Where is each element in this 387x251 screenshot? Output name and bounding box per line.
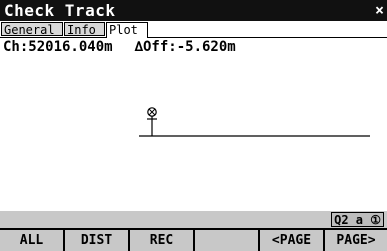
- offset-value: ∆Off:-5.620m: [134, 39, 236, 55]
- tab-general[interactable]: General: [1, 22, 63, 37]
- track-plot: [139, 107, 370, 137]
- fkey-dist-button[interactable]: DIST: [65, 230, 128, 251]
- tab-bar: General Info Plot: [0, 21, 387, 38]
- fkey-blank-button[interactable]: [195, 230, 258, 251]
- fkey-next-page-button[interactable]: PAGE>: [325, 230, 387, 251]
- chainage-value: Ch:52016.040m: [3, 39, 113, 55]
- close-icon[interactable]: ×: [375, 1, 384, 19]
- fkey-all-button[interactable]: ALL: [0, 230, 63, 251]
- title-bar: Check Track ×: [0, 0, 387, 21]
- fkey-prev-page-button[interactable]: <PAGE: [260, 230, 323, 251]
- window-title: Check Track: [4, 1, 116, 20]
- fkey-rec-button[interactable]: REC: [130, 230, 193, 251]
- function-key-bar: ALL DIST REC <PAGE PAGE>: [0, 228, 387, 251]
- status-bar: Q2 a ①: [0, 211, 387, 228]
- chainage-offset-readout: Ch:52016.040m ∆Off:-5.620m: [3, 39, 236, 55]
- crosshair-point-icon: [147, 107, 157, 136]
- tab-info[interactable]: Info: [64, 22, 105, 37]
- tab-plot[interactable]: Plot: [106, 22, 148, 38]
- plot-area: [0, 60, 387, 210]
- quadrant-indicator: Q2 a ①: [331, 212, 384, 227]
